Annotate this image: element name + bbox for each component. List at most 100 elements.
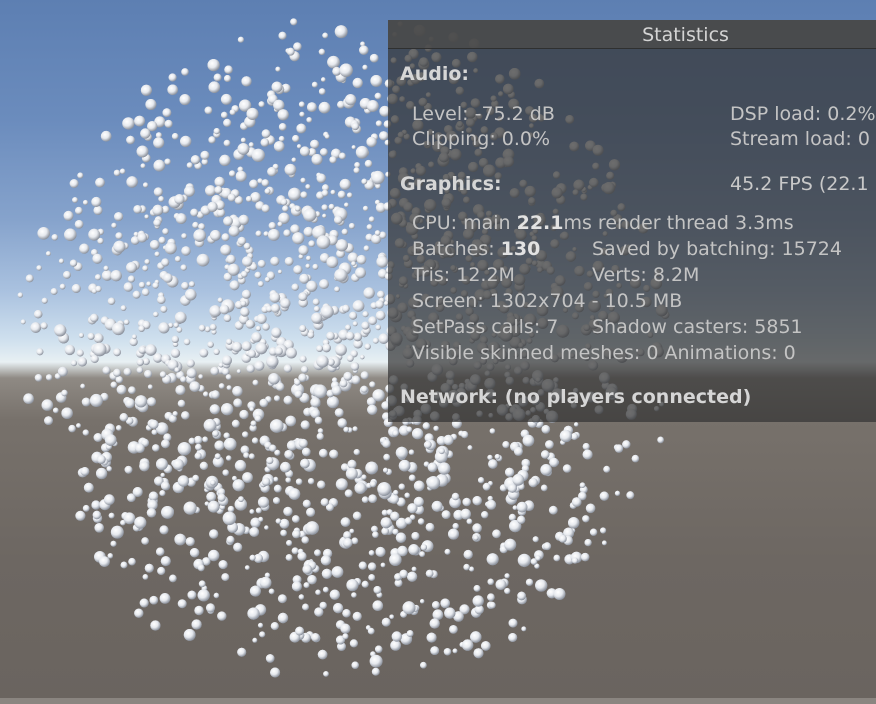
- particle: [246, 364, 255, 373]
- particle: [631, 454, 640, 463]
- particle: [127, 275, 135, 283]
- particle: [214, 453, 221, 460]
- particle: [51, 234, 58, 241]
- particle: [249, 585, 261, 597]
- particle: [532, 536, 539, 543]
- particle: [71, 284, 81, 293]
- particle: [292, 232, 305, 245]
- particle: [342, 537, 353, 548]
- particle: [265, 654, 275, 663]
- particle: [366, 136, 377, 148]
- particle: [172, 411, 178, 417]
- particle: [34, 310, 43, 319]
- particle: [298, 245, 309, 256]
- particle: [522, 434, 535, 447]
- particle: [335, 344, 347, 356]
- particle: [30, 322, 42, 333]
- particle: [353, 167, 360, 174]
- particle: [355, 267, 366, 279]
- particle: [36, 348, 44, 356]
- particle: [241, 341, 252, 352]
- particle: [285, 554, 293, 561]
- particle: [383, 453, 391, 461]
- particle: [584, 539, 592, 547]
- particle: [344, 489, 353, 498]
- particle: [264, 188, 271, 195]
- particle: [143, 182, 149, 188]
- particle: [335, 239, 348, 252]
- particle: [164, 158, 171, 165]
- particle: [339, 379, 348, 388]
- particle: [198, 223, 206, 231]
- particle: [255, 230, 262, 237]
- particle: [102, 366, 111, 375]
- particle: [545, 440, 554, 449]
- particle: [318, 101, 331, 114]
- particle: [229, 280, 240, 291]
- particle: [352, 77, 363, 89]
- particle: [268, 373, 280, 385]
- particle: [312, 298, 320, 306]
- particle: [132, 290, 141, 299]
- particle: [326, 396, 339, 409]
- particle: [482, 482, 491, 491]
- particle: [196, 253, 210, 267]
- particle: [284, 163, 297, 176]
- particle: [160, 305, 168, 313]
- particle: [285, 477, 292, 483]
- particle: [362, 64, 368, 70]
- particle: [197, 589, 210, 602]
- particle: [472, 595, 484, 607]
- particle: [363, 245, 370, 252]
- particle: [337, 190, 346, 199]
- particle: [69, 179, 79, 188]
- particle: [120, 305, 127, 311]
- particle: [181, 411, 190, 420]
- particle: [141, 537, 149, 545]
- particle: [351, 592, 357, 598]
- particle: [375, 645, 383, 653]
- particle: [407, 503, 418, 514]
- particle: [369, 654, 383, 668]
- particle: [321, 77, 326, 82]
- particle: [236, 369, 241, 374]
- particle: [123, 512, 136, 525]
- particle: [255, 507, 262, 514]
- particle: [153, 218, 162, 227]
- particle: [373, 586, 382, 594]
- particle: [134, 516, 147, 529]
- particle: [472, 523, 482, 533]
- particle: [87, 332, 95, 340]
- particle: [282, 205, 289, 212]
- statistics-title-bar[interactable]: Statistics: [388, 20, 876, 49]
- particle: [316, 432, 324, 440]
- particle: [226, 535, 235, 544]
- particle: [142, 574, 149, 580]
- particle: [427, 462, 438, 473]
- particle: [317, 428, 324, 434]
- particle: [298, 101, 305, 108]
- particle: [266, 355, 279, 368]
- particle: [92, 342, 107, 357]
- particle: [257, 281, 264, 287]
- particle: [275, 382, 285, 391]
- particle: [261, 477, 271, 486]
- particle: [157, 566, 166, 576]
- particle: [152, 204, 164, 216]
- particle: [94, 523, 104, 533]
- particle: [559, 429, 573, 443]
- particle: [227, 505, 235, 513]
- particle: [469, 566, 475, 572]
- particle: [345, 324, 351, 331]
- particle: [395, 446, 408, 459]
- particle: [362, 311, 369, 318]
- particle: [381, 527, 390, 536]
- particle: [585, 503, 596, 514]
- particle: [417, 518, 425, 525]
- particle: [406, 630, 414, 637]
- particle: [137, 232, 148, 243]
- particle: [374, 92, 382, 100]
- particle: [252, 637, 258, 643]
- particle: [358, 561, 367, 570]
- particle: [257, 622, 264, 628]
